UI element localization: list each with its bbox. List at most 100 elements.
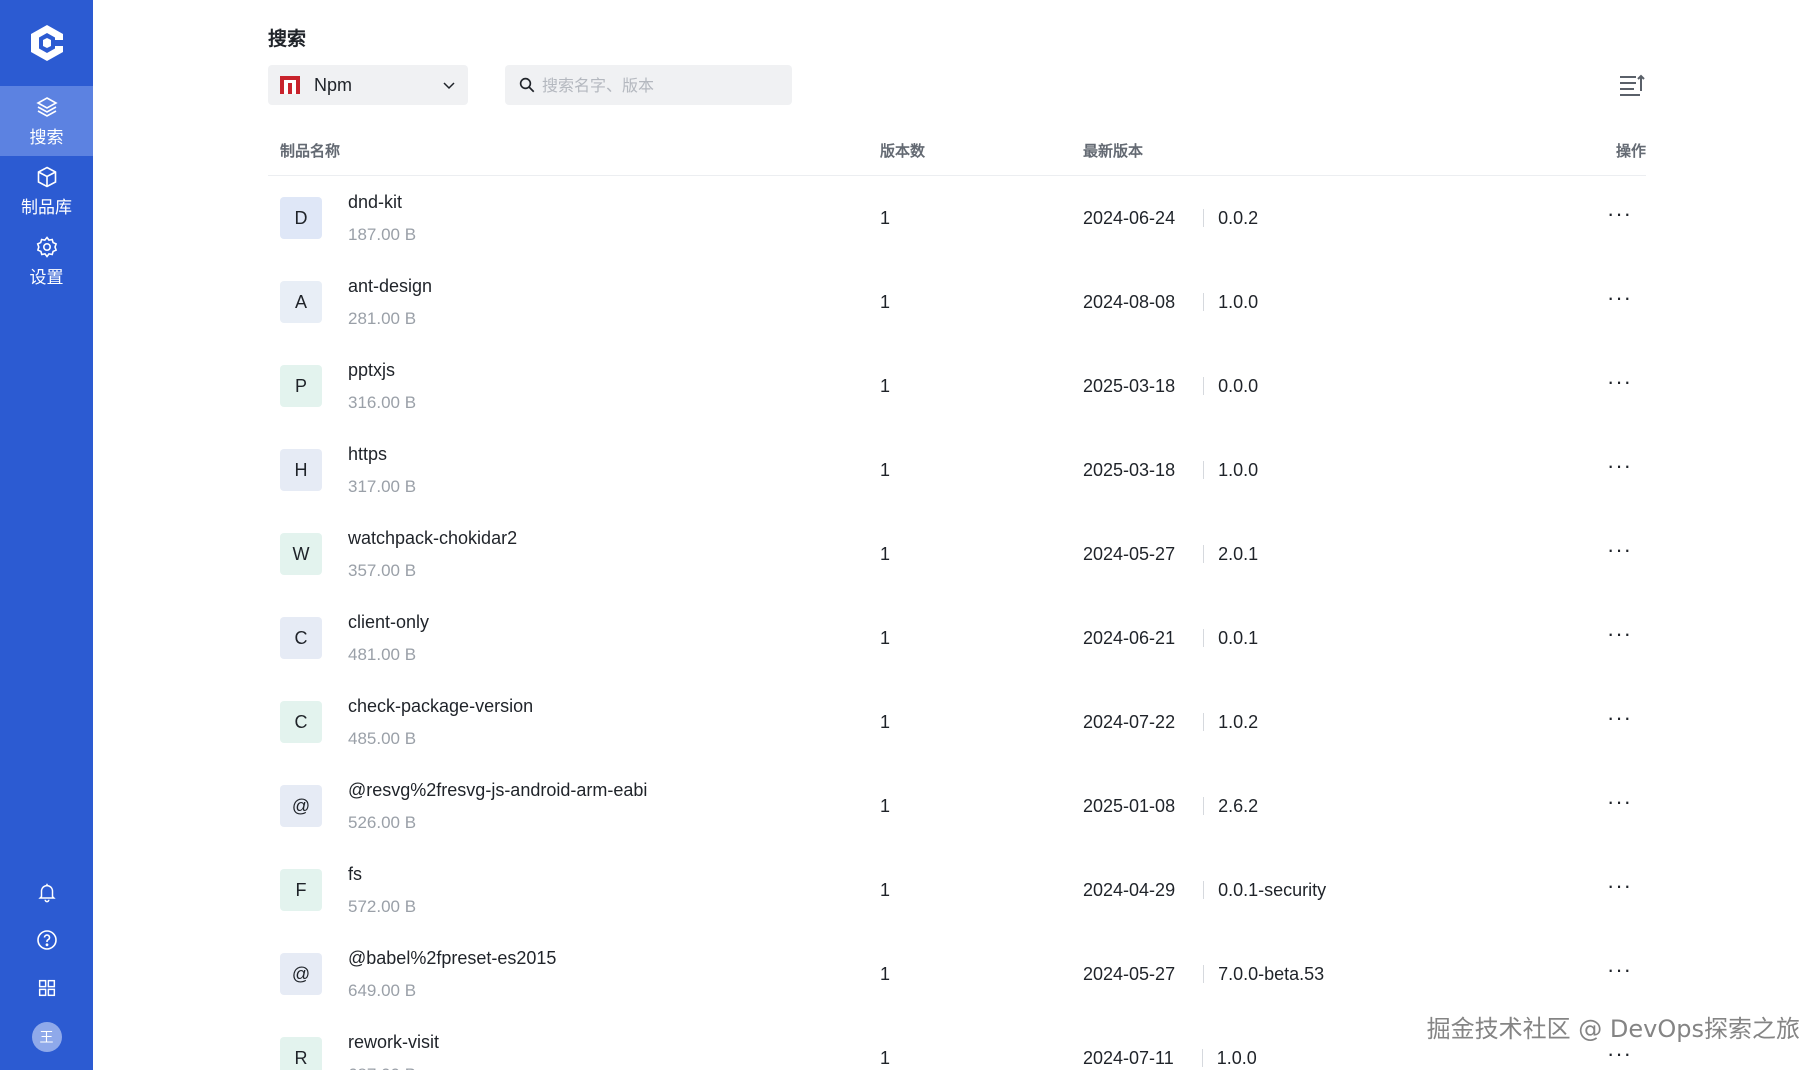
header-count: 版本数 [880,142,926,160]
more-actions-icon[interactable]: ··· [1607,371,1632,393]
latest-cell: 2024-04-29 0.0.1-security [1083,880,1563,901]
table-row[interactable]: P pptxjs 316.00 B 1 2025-03-18 0.0.0 ··· [268,344,1646,428]
latest-version: 2.6.2 [1218,795,1259,816]
nav-repository[interactable]: 制品库 [0,156,93,226]
latest-cell: 2024-05-27 2.0.1 [1083,544,1563,565]
ops-cell: ··· [1563,875,1646,897]
more-actions-icon[interactable]: ··· [1607,875,1632,897]
latest-date: 2024-08-08 [1083,291,1176,312]
version-count: 1 [880,291,891,312]
version-count: 1 [880,627,891,648]
table-row[interactable]: C client-only 481.00 B 1 2024-06-21 0.0.… [268,596,1646,680]
divider [1203,545,1205,563]
more-actions-icon[interactable]: ··· [1607,791,1632,813]
more-actions-icon[interactable]: ··· [1607,287,1632,309]
search-box [505,65,792,105]
package-name[interactable]: https [348,444,416,465]
package-name[interactable]: pptxjs [348,360,416,381]
more-actions-icon[interactable]: ··· [1607,539,1632,561]
package-name[interactable]: ant-design [348,276,432,297]
repo-type-select[interactable]: Npm [268,65,468,105]
table-row[interactable]: @ @babel%2fpreset-es2015 649.00 B 1 2024… [268,932,1646,1016]
ops-cell: ··· [1563,623,1646,645]
nav-settings[interactable]: 设置 [0,226,93,296]
package-size: 485.00 B [348,728,417,748]
package-name[interactable]: rework-visit [348,1032,439,1053]
divider [1203,881,1205,899]
nav-search[interactable]: 搜索 [0,86,93,156]
table-body: D dnd-kit 187.00 B 1 2024-06-24 0.0.2 ··… [268,176,1646,1070]
latest-cell: 2024-06-24 0.0.2 [1083,208,1563,229]
search-input[interactable] [542,75,772,95]
more-actions-icon[interactable]: ··· [1607,203,1632,225]
sort-list-icon [1620,74,1645,96]
more-actions-icon[interactable]: ··· [1607,707,1632,729]
package-size: 649.00 B [348,980,417,1000]
latest-version: 1.0.0 [1218,459,1259,480]
name-cell: H https 317.00 B [268,444,880,497]
user-avatar[interactable]: 王 [31,1022,62,1052]
package-name[interactable]: check-package-version [348,696,533,717]
version-count: 1 [880,1047,891,1068]
packages-table: 制品名称 版本数 最新版本 操作 D dnd-kit 187.00 B 1 20… [268,126,1646,1070]
repo-type-value: Npm [314,74,353,95]
latest-date: 2024-05-27 [1083,543,1176,564]
divider [1203,461,1205,479]
ops-cell: ··· [1563,1043,1646,1065]
table-row[interactable]: C check-package-version 485.00 B 1 2024-… [268,680,1646,764]
version-count: 1 [880,963,891,984]
version-count: 1 [880,459,891,480]
search-icon [519,77,535,93]
more-actions-icon[interactable]: ··· [1607,1043,1632,1065]
package-size: 187.00 B [348,224,417,244]
table-row[interactable]: F fs 572.00 B 1 2024-04-29 0.0.1-securit… [268,848,1646,932]
ops-cell: ··· [1563,371,1646,393]
more-actions-icon[interactable]: ··· [1607,623,1632,645]
nav-settings-label: 设置 [29,267,64,288]
notification-bell-icon[interactable] [33,878,61,906]
package-letter-avatar: P [280,365,322,407]
package-name[interactable]: client-only [348,612,429,633]
package-name[interactable]: fs [348,864,416,885]
table-row[interactable]: D dnd-kit 187.00 B 1 2024-06-24 0.0.2 ··… [268,176,1646,260]
latest-date: 2024-04-29 [1083,879,1176,900]
table-row[interactable]: @ @resvg%2fresvg-js-android-arm-eabi 526… [268,764,1646,848]
name-block: fs 572.00 B [348,864,416,917]
more-actions-icon[interactable]: ··· [1607,455,1632,477]
name-block: check-package-version 485.00 B [348,696,533,749]
package-name[interactable]: watchpack-chokidar2 [348,528,517,549]
name-cell: C check-package-version 485.00 B [268,696,880,749]
version-count: 1 [880,543,891,564]
nav-repository-label: 制品库 [21,197,72,218]
table-row[interactable]: W watchpack-chokidar2 357.00 B 1 2024-05… [268,512,1646,596]
latest-date: 2024-06-24 [1083,207,1176,228]
gear-icon [36,235,57,258]
package-size: 357.00 B [348,560,417,580]
package-letter-avatar: @ [280,953,322,995]
latest-version: 1.0.2 [1218,711,1259,732]
package-letter-avatar: D [280,197,322,239]
apps-grid-icon[interactable] [33,974,61,1002]
ops-cell: ··· [1563,539,1646,561]
sort-button[interactable] [1618,73,1646,99]
toolbar: Npm [268,65,1646,105]
latest-date: 2024-06-21 [1083,627,1176,648]
name-block: pptxjs 316.00 B [348,360,416,413]
help-icon[interactable] [33,926,61,954]
table-row[interactable]: H https 317.00 B 1 2025-03-18 1.0.0 ··· [268,428,1646,512]
table-row[interactable]: A ant-design 281.00 B 1 2024-08-08 1.0.0… [268,260,1646,344]
version-count: 1 [880,207,891,228]
logo-icon [30,25,65,61]
divider [1203,377,1205,395]
package-name[interactable]: dnd-kit [348,192,416,213]
package-name[interactable]: @babel%2fpreset-es2015 [348,948,556,969]
latest-date: 2024-05-27 [1083,963,1176,984]
app-logo[interactable] [0,0,93,86]
latest-version: 0.0.0 [1218,375,1259,396]
more-actions-icon[interactable]: ··· [1607,959,1632,981]
latest-version: 0.0.1-security [1218,879,1327,900]
latest-version: 1.0.0 [1216,1047,1257,1068]
latest-version: 0.0.1 [1218,627,1259,648]
package-name[interactable]: @resvg%2fresvg-js-android-arm-eabi [348,780,647,801]
package-letter-avatar: @ [280,785,322,827]
